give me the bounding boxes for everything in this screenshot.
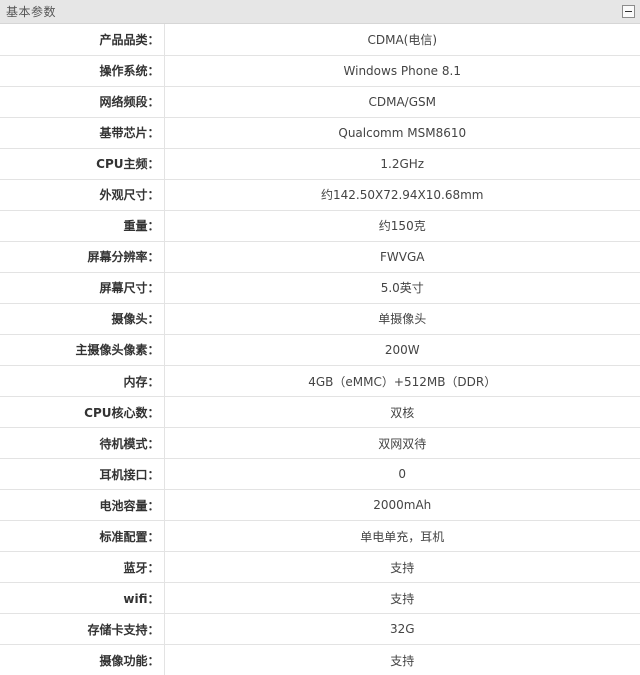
- param-value: 约142.50X72.94X10.68mm: [164, 179, 640, 211]
- param-value: CDMA(电信): [164, 24, 640, 56]
- param-value: 支持: [164, 644, 640, 675]
- param-row: 内存： 4GB（eMMC）+512MB（DDR）: [0, 365, 640, 398]
- param-label: 蓝牙：: [0, 551, 165, 584]
- param-row: 摄像头： 单摄像头: [0, 303, 640, 335]
- param-value: CDMA/GSM: [164, 86, 640, 118]
- param-label: CPU主频：: [0, 148, 165, 180]
- param-value: Qualcomm MSM8610: [164, 117, 640, 149]
- param-label: 屏幕分辨率：: [0, 241, 165, 273]
- param-row: 网络频段： CDMA/GSM: [0, 86, 640, 118]
- basic-params-panel: 基本参数 产品品类： CDMA(电信) 操作系统： Windows Phone 8.1…: [0, 0, 640, 675]
- param-label: 电池容量：: [0, 489, 165, 522]
- param-value: 双网双待: [164, 427, 640, 460]
- param-value: 支持: [164, 551, 640, 584]
- param-value: 4GB（eMMC）+512MB（DDR）: [164, 365, 640, 398]
- param-value: Windows Phone 8.1: [164, 55, 640, 87]
- param-label: 屏幕尺寸：: [0, 272, 165, 304]
- param-row: 待机模式： 双网双待: [0, 427, 640, 460]
- param-row: 摄像功能： 支持: [0, 644, 640, 675]
- params-table: 产品品类： CDMA(电信) 操作系统： Windows Phone 8.1 网络频段：…: [0, 24, 640, 675]
- param-row: 电池容量： 2000mAh: [0, 489, 640, 522]
- param-row: 基带芯片： Qualcomm MSM8610: [0, 117, 640, 149]
- param-label: 产品品类：: [0, 24, 165, 56]
- panel-title: 基本参数: [6, 5, 57, 19]
- param-value: 单摄像头: [164, 303, 640, 335]
- param-row: wifi： 支持: [0, 582, 640, 615]
- param-row: 操作系统： Windows Phone 8.1: [0, 55, 640, 87]
- param-row: CPU主频： 1.2GHz: [0, 148, 640, 180]
- params-table-body: 产品品类： CDMA(电信) 操作系统： Windows Phone 8.1 网络频段：…: [0, 24, 640, 675]
- param-row: 标准配置： 单电单充，耳机: [0, 520, 640, 553]
- param-label: 外观尺寸：: [0, 179, 165, 211]
- param-row: CPU核心数： 双核: [0, 396, 640, 429]
- param-value: 0: [164, 458, 640, 491]
- param-row: 外观尺寸： 约142.50X72.94X10.68mm: [0, 179, 640, 211]
- param-label: 标准配置：: [0, 520, 165, 553]
- param-label: 主摄像头像素：: [0, 334, 165, 367]
- param-row: 存储卡支持： 32G: [0, 613, 640, 646]
- param-row: 屏幕分辨率： FWVGA: [0, 241, 640, 273]
- minus-icon: [625, 11, 632, 12]
- param-value: 32G: [164, 613, 640, 646]
- param-value: FWVGA: [164, 241, 640, 273]
- param-row: 产品品类： CDMA(电信): [0, 24, 640, 56]
- param-label: 基带芯片：: [0, 117, 165, 149]
- param-label: 待机模式：: [0, 427, 165, 460]
- param-row: 耳机接口： 0: [0, 458, 640, 491]
- param-value: 1.2GHz: [164, 148, 640, 180]
- param-label: 存储卡支持：: [0, 613, 165, 646]
- param-label: wifi：: [0, 582, 165, 615]
- param-row: 蓝牙： 支持: [0, 551, 640, 584]
- param-label: 网络频段：: [0, 86, 165, 118]
- param-row: 主摄像头像素： 200W: [0, 334, 640, 367]
- param-value: 支持: [164, 582, 640, 615]
- param-label: CPU核心数：: [0, 396, 165, 429]
- collapse-icon[interactable]: [622, 5, 635, 18]
- param-label: 摄像功能：: [0, 644, 165, 675]
- param-value: 2000mAh: [164, 489, 640, 522]
- panel-header: 基本参数: [0, 0, 640, 24]
- param-label: 耳机接口：: [0, 458, 165, 491]
- param-label: 重量：: [0, 210, 165, 242]
- param-value: 约150克: [164, 210, 640, 242]
- param-row: 重量： 约150克: [0, 210, 640, 242]
- param-row: 屏幕尺寸： 5.0英寸: [0, 272, 640, 304]
- param-label: 操作系统：: [0, 55, 165, 87]
- param-value: 200W: [164, 334, 640, 367]
- param-label: 摄像头：: [0, 303, 165, 335]
- param-label: 内存：: [0, 365, 165, 398]
- param-value: 双核: [164, 396, 640, 429]
- param-value: 5.0英寸: [164, 272, 640, 304]
- param-value: 单电单充，耳机: [164, 520, 640, 553]
